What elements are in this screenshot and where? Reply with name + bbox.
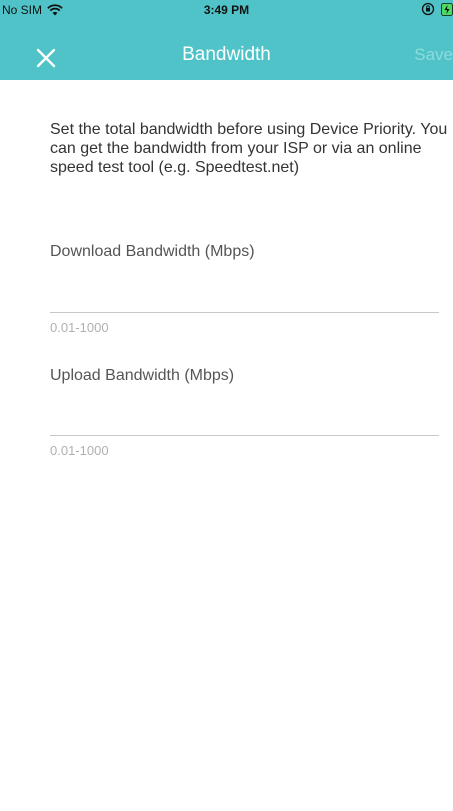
save-button[interactable]: Save <box>414 45 453 65</box>
page-title: Bandwidth <box>182 44 271 65</box>
bandwidth-screen: No SIM 3:49 PM Bandwidth Save Set the to… <box>0 0 453 811</box>
nav-bar: Bandwidth Save <box>0 22 453 80</box>
battery-icon <box>441 2 453 16</box>
header: No SIM 3:49 PM Bandwidth Save <box>0 0 453 80</box>
download-bandwidth-input[interactable] <box>50 273 439 313</box>
upload-bandwidth-input[interactable] <box>50 396 439 436</box>
status-right-group <box>421 2 453 16</box>
status-bar: No SIM 3:49 PM <box>0 0 453 22</box>
upload-bandwidth-label: Upload Bandwidth (Mbps) <box>50 367 235 384</box>
download-bandwidth-hint: 0.01-1000 <box>50 320 109 335</box>
status-time: 3:49 PM <box>203 3 250 17</box>
orientation-lock-icon <box>421 2 435 16</box>
upload-bandwidth-hint: 0.01-1000 <box>50 443 109 458</box>
description-text: Set the total bandwidth before using Dev… <box>50 121 448 176</box>
download-bandwidth-label: Download Bandwidth (Mbps) <box>50 243 255 260</box>
